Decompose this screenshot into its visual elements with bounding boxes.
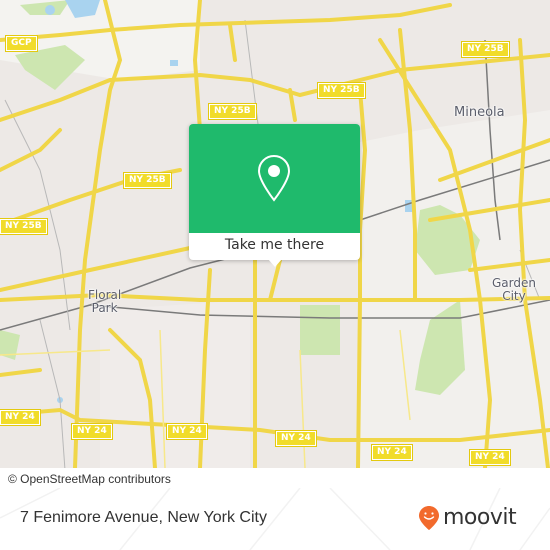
moovit-wordmark: moovit (443, 505, 517, 530)
route-shield-ny24: NY 24 (469, 449, 511, 466)
popup-pointer (268, 259, 282, 267)
map-attribution[interactable]: © OpenStreetMap contributors (0, 469, 179, 489)
route-shield-ny24: NY 24 (166, 423, 208, 440)
route-shield-ny25b: NY 25B (461, 41, 510, 58)
popup-header (189, 124, 360, 233)
map[interactable]: GCP NY 25B NY 25B NY 25B NY 25B NY 25B N… (0, 0, 550, 468)
address-label: 7 Fenimore Avenue, New York City (20, 509, 267, 526)
place-label-mineola: Mineola (454, 105, 505, 120)
route-shield-ny25b: NY 25B (0, 218, 48, 235)
route-shield-ny25b: NY 25B (208, 103, 257, 120)
route-shield-ny25b: NY 25B (317, 82, 366, 99)
route-shield-ny24: NY 24 (71, 423, 113, 440)
route-shield-ny25b: NY 25B (123, 172, 172, 189)
moovit-logo[interactable]: moovit (418, 505, 517, 531)
take-me-there-button[interactable]: Take me there (189, 233, 360, 260)
location-pin-icon (257, 154, 291, 202)
place-label-garden-city: Garden City (492, 276, 536, 303)
route-shield-ny24: NY 24 (275, 430, 317, 447)
route-shield-gcp: GCP (5, 35, 38, 52)
moovit-smile-pin-icon (419, 506, 439, 530)
route-shield-ny24: NY 24 (371, 444, 413, 461)
take-me-there-popup[interactable]: Take me there (189, 124, 360, 267)
route-shield-ny24: NY 24 (0, 409, 41, 426)
place-label-floral-park: Floral Park (88, 288, 122, 315)
